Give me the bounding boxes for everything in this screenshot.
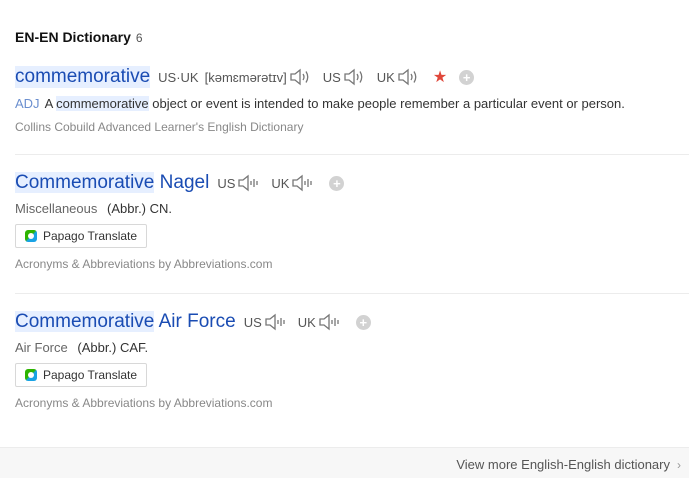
papago-label: Papago Translate: [43, 229, 138, 243]
divider: [15, 293, 689, 294]
meaning-row: Air Force (Abbr.) CAF.: [15, 340, 689, 355]
category-label: Miscellaneous: [15, 201, 98, 216]
result-count: 6: [135, 31, 143, 45]
meaning-row: Miscellaneous (Abbr.) CN.: [15, 201, 689, 216]
divider: [15, 154, 689, 155]
papago-icon: [25, 230, 37, 242]
entry-source: Collins Cobuild Advanced Learner's Engli…: [15, 120, 304, 134]
pron-ipa: [kəmɛmərətɪv]: [204, 69, 287, 85]
papago-translate-button[interactable]: Papago Translate: [15, 224, 148, 248]
entry-commemorative-nagel: Commemorative Nagel US UK + Miscellaneou…: [15, 170, 689, 271]
part-of-speech: ADJ: [15, 96, 40, 111]
dictionary-header: EN-EN Dictionary 6: [15, 29, 143, 45]
pron-uk-label: UK: [271, 175, 290, 191]
papago-label: Papago Translate: [43, 368, 138, 382]
speaker-uk-icon[interactable]: [397, 67, 421, 87]
add-icon[interactable]: +: [355, 314, 371, 330]
papago-translate-button[interactable]: Papago Translate: [15, 363, 148, 387]
pron-us-label: US: [322, 69, 341, 85]
add-icon[interactable]: +: [329, 175, 345, 191]
headword-highlight: Commemorative: [15, 311, 155, 332]
footer-bar: View more English-English dictionary ›: [0, 447, 689, 478]
speaker-us-icon[interactable]: [343, 67, 367, 87]
chevron-right-icon: ›: [677, 457, 681, 472]
star-icon[interactable]: ★: [433, 67, 447, 87]
speaker-icon[interactable]: [289, 67, 313, 87]
speaker-us-icon[interactable]: [264, 312, 288, 332]
entry-source: Acronyms & Abbreviations by Abbreviation…: [15, 396, 273, 410]
pron-uk-label: UK: [297, 314, 316, 330]
view-more-label: View more English-English dictionary: [456, 457, 670, 472]
speaker-uk-icon[interactable]: [291, 173, 315, 193]
definition: ADJ A commemorative object or event is in…: [15, 96, 689, 111]
entry-head: Commemorative Nagel US UK +: [15, 170, 689, 196]
category-label: Air Force: [15, 340, 68, 355]
headword-rest: Air Force: [158, 311, 236, 332]
speaker-us-icon[interactable]: [237, 173, 261, 193]
def-highlight: commemorative: [56, 96, 149, 111]
entry-head: commemorative US·UK [kəmɛmərətɪv] US UK …: [15, 64, 689, 90]
pron-us-label: US: [217, 175, 236, 191]
entry-source: Acronyms & Abbreviations by Abbreviation…: [15, 257, 273, 271]
pronunciation: US UK +: [217, 173, 345, 193]
view-more-link[interactable]: View more English-English dictionary ›: [456, 457, 681, 472]
pron-uk-label: UK: [376, 69, 395, 85]
entry-head: Commemorative Air Force US UK +: [15, 309, 689, 335]
speaker-uk-icon[interactable]: [318, 312, 342, 332]
headword-highlight: Commemorative: [15, 172, 155, 193]
meaning: (Abbr.) CAF.: [77, 340, 149, 355]
def-before: A: [44, 96, 53, 111]
add-icon[interactable]: +: [459, 69, 475, 85]
pron-us-uk-label: US·UK: [158, 69, 199, 85]
headword-rest: Nagel: [159, 172, 210, 193]
headword-link[interactable]: Commemorative Nagel: [15, 172, 209, 194]
def-after: object or event is intended to make peop…: [152, 96, 625, 111]
papago-icon: [25, 369, 37, 381]
headword-link[interactable]: commemorative: [15, 66, 151, 88]
entry-commemorative-air-force: Commemorative Air Force US UK + Air Forc…: [15, 309, 689, 410]
pronunciation: US UK +: [244, 312, 371, 332]
pron-us-label: US: [243, 314, 262, 330]
dictionary-title: EN-EN Dictionary: [15, 29, 131, 45]
pronunciation: US·UK [kəmɛmərətɪv] US UK ★ +: [158, 67, 475, 87]
entry-commemorative: commemorative US·UK [kəmɛmərətɪv] US UK …: [15, 64, 689, 134]
headword-link[interactable]: Commemorative Air Force: [15, 311, 236, 333]
meaning: (Abbr.) CN.: [107, 201, 173, 216]
